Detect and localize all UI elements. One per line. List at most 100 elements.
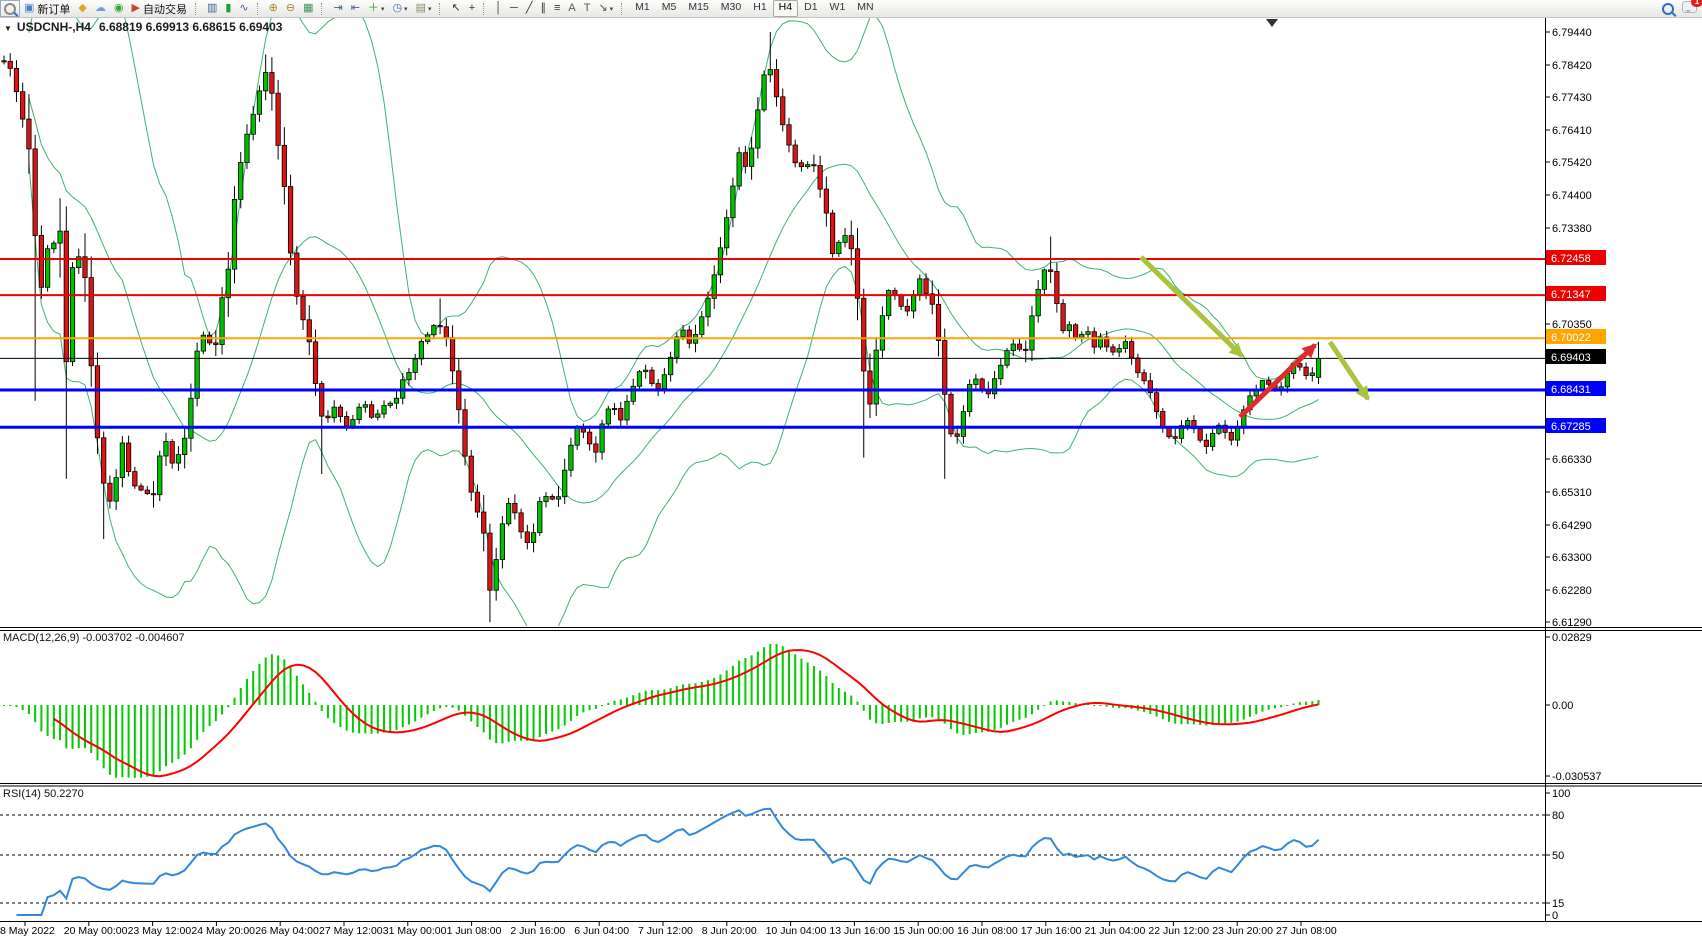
dropdown-caret-icon[interactable]: ▾	[404, 5, 408, 13]
text-label-icon[interactable]: T	[580, 0, 595, 17]
chart-shift-icon[interactable]: ⇤	[347, 0, 364, 17]
symbol-dropdown-icon[interactable]: ▼	[4, 24, 12, 33]
arrows-icon[interactable]: ↘▾	[594, 0, 617, 17]
new-order-button[interactable]: ▣新订单	[20, 0, 74, 17]
time-tick-label: 27 May 12:00	[319, 925, 383, 937]
zoom-out-icon[interactable]: ⊖	[282, 0, 299, 17]
price-tick-label: 6.73380	[1552, 223, 1592, 235]
price-tick-label: 6.61290	[1552, 617, 1592, 629]
time-tick-label: 23 Jun 20:00	[1212, 925, 1273, 937]
indicator-tick-label: 0.02829	[1552, 632, 1592, 644]
zoom-in-icon[interactable]: ⊕	[265, 0, 282, 17]
new-chart-icon[interactable]: ＋▾	[364, 0, 389, 17]
dropdown-caret-icon[interactable]: ▾	[610, 5, 614, 13]
timeframe-w1[interactable]: W1	[824, 0, 852, 17]
price-badge-label: 6.70022	[1551, 332, 1591, 344]
toolbar-separator	[621, 3, 626, 15]
symbol-search-icon[interactable]	[0, 0, 20, 17]
timeframe-d1[interactable]: D1	[798, 0, 823, 17]
time-tick-label: 10 Jun 04:00	[766, 925, 827, 937]
price-tick-label: 6.64290	[1552, 520, 1592, 532]
timeframe-m5[interactable]: M5	[656, 0, 683, 17]
new-chart-icon: ＋	[368, 1, 379, 16]
price-tick-label: 6.63300	[1552, 552, 1592, 564]
toolbar-separator	[483, 3, 488, 15]
autoscroll-icon: ⇥	[333, 1, 342, 16]
time-tick-label: 7 Jun 12:00	[638, 925, 693, 937]
line-chart-icon[interactable]: ∿	[235, 0, 252, 17]
signals-icon: ◉	[114, 1, 124, 16]
ohlc-values: 6.68819 6.69913 6.68615 6.69403	[99, 20, 283, 34]
profiles-icon: ◷	[392, 1, 402, 16]
candlestick-icon[interactable]: ▮	[221, 0, 235, 17]
text-icon: A	[568, 1, 575, 16]
price-tick-label: 6.62280	[1552, 585, 1592, 597]
community-icon: ☁	[95, 1, 106, 16]
text-label-icon: T	[584, 1, 591, 16]
time-tick-label: 6 Jun 04:00	[574, 925, 629, 937]
candlestick-icon: ▮	[225, 1, 231, 16]
bar-chart-icon: ▥	[207, 1, 217, 16]
new-order-button: ▣	[24, 1, 34, 16]
rsi-line	[16, 809, 1318, 915]
dropdown-caret-icon[interactable]: ▾	[428, 5, 432, 13]
trendline-icon: ╱	[526, 1, 533, 16]
candlesticks	[2, 32, 1321, 622]
search-icon[interactable]	[1662, 3, 1674, 15]
arrows-icon: ↘	[598, 1, 607, 16]
line-chart-icon: ∿	[239, 1, 248, 16]
toolbar-separator	[195, 3, 200, 15]
dropdown-caret-icon[interactable]: ▾	[381, 5, 385, 13]
time-tick-label: 15 Jun 00:00	[893, 925, 954, 937]
cursor-icon: ↖	[451, 1, 460, 16]
chart-canvas[interactable]: 6.794406.784206.774306.764106.754206.744…	[0, 0, 1702, 940]
notifications-icon[interactable]: 1	[1682, 1, 1697, 16]
equidistant-channel-icon[interactable]: ∥	[536, 0, 550, 17]
signals-icon[interactable]: ◉	[110, 0, 128, 17]
cursor-icon[interactable]: ↖	[447, 0, 464, 17]
time-axis[interactable]: 8 May 202220 May 00:0023 May 12:0024 May…	[0, 922, 1337, 937]
down-arrow-1[interactable]	[1141, 257, 1242, 356]
autoscroll-icon[interactable]: ⇥	[329, 0, 346, 17]
rsi-indicator-label: RSI(14) 50.2270	[3, 788, 84, 800]
indicator-tick-label: 0.00	[1552, 700, 1573, 712]
timeframe-m30[interactable]: M30	[715, 0, 747, 17]
crosshair-icon[interactable]: +	[465, 0, 479, 17]
trendline-icon[interactable]: ╱	[522, 0, 537, 17]
time-tick-label: 22 Jun 12:00	[1148, 925, 1209, 937]
notification-badge: 1	[1691, 0, 1702, 7]
tile-windows-icon[interactable]: ▦	[299, 0, 317, 17]
text-icon[interactable]: A	[564, 0, 579, 17]
timeframe-h1[interactable]: H1	[747, 0, 772, 17]
bar-chart-icon[interactable]: ▥	[203, 0, 221, 17]
rsi-pane	[0, 809, 1545, 915]
community-icon[interactable]: ☁	[91, 0, 110, 17]
indicator-axis[interactable]: 0.028290.00-0.0305371008050150	[1545, 632, 1602, 922]
vertical-line-icon[interactable]: │	[491, 0, 506, 17]
price-badge-label: 6.67285	[1551, 421, 1591, 433]
toolbar-separator	[257, 3, 262, 15]
tile-windows-icon: ▦	[303, 1, 313, 16]
timeframe-h4[interactable]: H4	[773, 0, 798, 17]
indicator-tick-label: 15	[1552, 898, 1564, 910]
fibonacci-icon[interactable]: ≡	[550, 0, 564, 17]
price-badge-label: 6.68431	[1551, 384, 1591, 396]
price-badge-label: 6.69403	[1551, 352, 1591, 364]
chart-shift-marker[interactable]	[1266, 19, 1278, 27]
autotrading-button: ▶	[131, 1, 139, 16]
crosshair-icon: +	[469, 1, 475, 16]
profiles-icon[interactable]: ◷▾	[388, 0, 411, 17]
autotrading-button[interactable]: ▶自动交易	[127, 0, 190, 17]
timeframe-m15[interactable]: M15	[682, 0, 714, 17]
timeframe-m1[interactable]: M1	[629, 0, 656, 17]
time-tick-label: 24 May 20:00	[191, 925, 255, 937]
horizontal-line-icon[interactable]: ─	[506, 0, 522, 17]
timeframe-mn[interactable]: MN	[851, 0, 879, 17]
time-tick-label: 17 Jun 16:00	[1021, 925, 1082, 937]
price-axis[interactable]: 6.794406.784206.774306.764106.754206.744…	[1545, 27, 1606, 629]
time-tick-label: 27 Jun 08:00	[1276, 925, 1337, 937]
time-tick-label: 20 May 00:00	[64, 925, 128, 937]
templates-icon[interactable]: ▤▾	[412, 0, 436, 17]
templates-icon: ▤	[416, 1, 426, 16]
metaeditor-icon[interactable]: ◆	[74, 0, 90, 17]
